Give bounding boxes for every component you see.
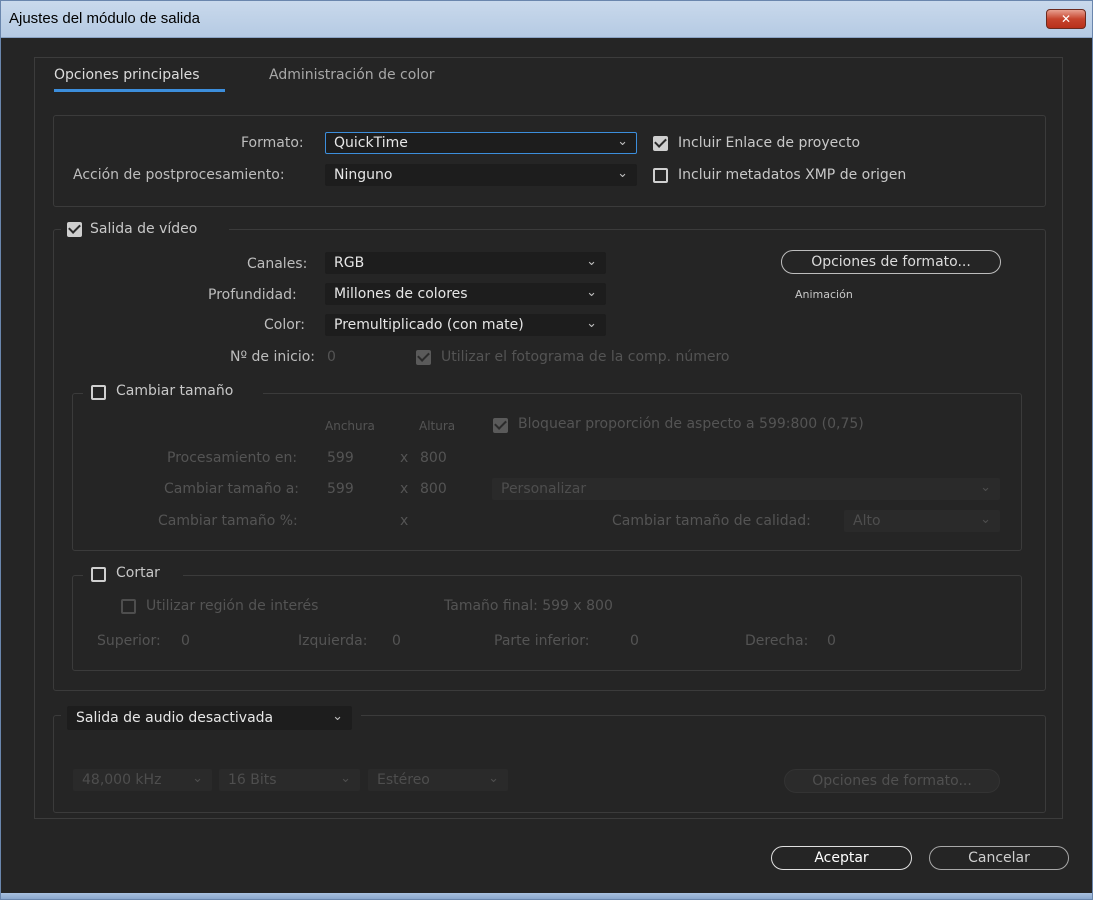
color-dropdown[interactable]: Premultiplicado (con mate) ⌄: [325, 314, 606, 336]
crop-checkbox[interactable]: [91, 567, 106, 582]
video-output-label: Salida de vídeo: [90, 221, 198, 237]
audio-format-options-button[interactable]: Opciones de formato...: [784, 769, 1000, 793]
times-symbol: x: [400, 481, 409, 497]
close-button[interactable]: ✕: [1046, 9, 1086, 29]
video-output-checkbox[interactable]: [67, 222, 82, 237]
final-size-label: Tamaño final: 599 x 800: [444, 598, 613, 614]
dialog-window: Ajustes del módulo de salida ✕ Opciones …: [0, 0, 1093, 900]
render-at-label: Procesamiento en:: [167, 450, 298, 466]
depth-label: Profundidad:: [208, 287, 297, 303]
audio-bits-dropdown[interactable]: 16 Bits ⌄: [219, 769, 360, 791]
chevron-down-icon: ⌄: [586, 254, 597, 269]
cancel-button[interactable]: Cancelar: [929, 846, 1069, 870]
depth-value: Millones de colores: [334, 286, 468, 302]
crop-top-label: Superior:: [97, 633, 161, 649]
crop-bottom-value[interactable]: 0: [630, 633, 639, 649]
color-label: Color:: [264, 317, 306, 333]
include-project-link-checkbox[interactable]: [653, 136, 668, 151]
use-comp-frame-checkbox[interactable]: [416, 350, 431, 365]
times-symbol: x: [400, 513, 409, 529]
format-label: Formato:: [241, 135, 304, 151]
crop-bottom-label: Parte inferior:: [494, 633, 590, 649]
crop-group: [72, 575, 1022, 671]
chevron-down-icon: ⌄: [340, 771, 351, 786]
audio-channels-dropdown[interactable]: Estéreo ⌄: [368, 769, 508, 791]
width-header: Anchura: [325, 419, 375, 433]
post-processing-label: Acción de postprocesamiento:: [73, 167, 285, 183]
audio-output-value: Salida de audio desactivada: [76, 710, 274, 726]
main-options-group: [53, 115, 1046, 207]
resize-percent-label: Cambiar tamaño %:: [158, 513, 298, 529]
use-roi-checkbox[interactable]: [121, 599, 136, 614]
depth-dropdown[interactable]: Millones de colores ⌄: [325, 283, 606, 305]
chevron-down-icon: ⌄: [192, 771, 203, 786]
chevron-down-icon: ⌄: [617, 166, 628, 181]
channels-value: RGB: [334, 255, 365, 271]
use-roi-label: Utilizar región de interés: [146, 598, 319, 614]
resize-quality-label: Cambiar tamaño de calidad:: [612, 513, 811, 529]
crop-right-label: Derecha:: [745, 633, 809, 649]
channels-label: Canales:: [247, 256, 308, 272]
tab-main-options[interactable]: Opciones principales: [54, 67, 200, 83]
crop-left-label: Izquierda:: [298, 633, 368, 649]
resize-checkbox[interactable]: [91, 385, 106, 400]
chevron-down-icon: ⌄: [586, 285, 597, 300]
active-tab-indicator: [54, 89, 225, 92]
post-processing-dropdown[interactable]: Ninguno ⌄: [325, 164, 637, 186]
start-number-label: Nº de inicio:: [230, 349, 315, 365]
resize-label: Cambiar tamaño: [116, 383, 234, 399]
resize-preset-dropdown[interactable]: Personalizar ⌄: [492, 478, 1000, 500]
lock-aspect-checkbox[interactable]: [493, 418, 508, 433]
audio-rate-value: 48,000 kHz: [82, 772, 162, 788]
use-comp-frame-label: Utilizar el fotograma de la comp. número: [441, 349, 730, 365]
render-at-width: 599: [327, 450, 354, 466]
resize-quality-value: Alto: [853, 513, 881, 529]
audio-channels-value: Estéreo: [377, 772, 430, 788]
start-number-value[interactable]: 0: [327, 349, 336, 365]
include-project-link-label: Incluir Enlace de proyecto: [678, 135, 861, 151]
chevron-down-icon: ⌄: [980, 480, 991, 495]
format-dropdown[interactable]: QuickTime ⌄: [325, 132, 637, 154]
crop-top-value[interactable]: 0: [181, 633, 190, 649]
chevron-down-icon: ⌄: [586, 316, 597, 331]
crop-left-value[interactable]: 0: [392, 633, 401, 649]
post-processing-value: Ninguno: [334, 167, 393, 183]
include-xmp-label: Incluir metadatos XMP de origen: [678, 167, 907, 183]
close-icon: ✕: [1060, 12, 1072, 26]
crop-right-value[interactable]: 0: [827, 633, 836, 649]
format-value: QuickTime: [334, 135, 408, 151]
height-header: Altura: [419, 419, 456, 433]
lock-aspect-label: Bloquear proporción de aspecto a 599:800…: [518, 416, 864, 432]
channels-dropdown[interactable]: RGB ⌄: [325, 252, 606, 274]
resize-to-height[interactable]: 800: [420, 481, 447, 497]
chevron-down-icon: ⌄: [332, 709, 343, 724]
resize-to-label: Cambiar tamaño a:: [164, 481, 300, 497]
title-bar[interactable]: Ajustes del módulo de salida ✕: [1, 1, 1092, 38]
tab-color-management[interactable]: Administración de color: [269, 67, 435, 83]
audio-rate-dropdown[interactable]: 48,000 kHz ⌄: [73, 769, 212, 791]
audio-bits-value: 16 Bits: [228, 772, 277, 788]
chevron-down-icon: ⌄: [488, 771, 499, 786]
chevron-down-icon: ⌄: [980, 512, 991, 527]
resize-to-width[interactable]: 599: [327, 481, 354, 497]
times-symbol: x: [400, 450, 409, 466]
window-bottom-border: [1, 893, 1092, 899]
include-xmp-checkbox[interactable]: [653, 168, 668, 183]
crop-label: Cortar: [116, 565, 160, 581]
video-format-options-button[interactable]: Opciones de formato...: [781, 250, 1001, 274]
window-title: Ajustes del módulo de salida: [9, 10, 200, 27]
render-at-height: 800: [420, 450, 447, 466]
codec-label: Animación: [795, 288, 853, 301]
color-value: Premultiplicado (con mate): [334, 317, 524, 333]
resize-preset-value: Personalizar: [501, 481, 587, 497]
ok-button[interactable]: Aceptar: [771, 846, 912, 870]
resize-quality-dropdown[interactable]: Alto ⌄: [844, 510, 1000, 532]
chevron-down-icon: ⌄: [617, 134, 628, 149]
audio-output-dropdown[interactable]: Salida de audio desactivada ⌄: [67, 706, 352, 730]
